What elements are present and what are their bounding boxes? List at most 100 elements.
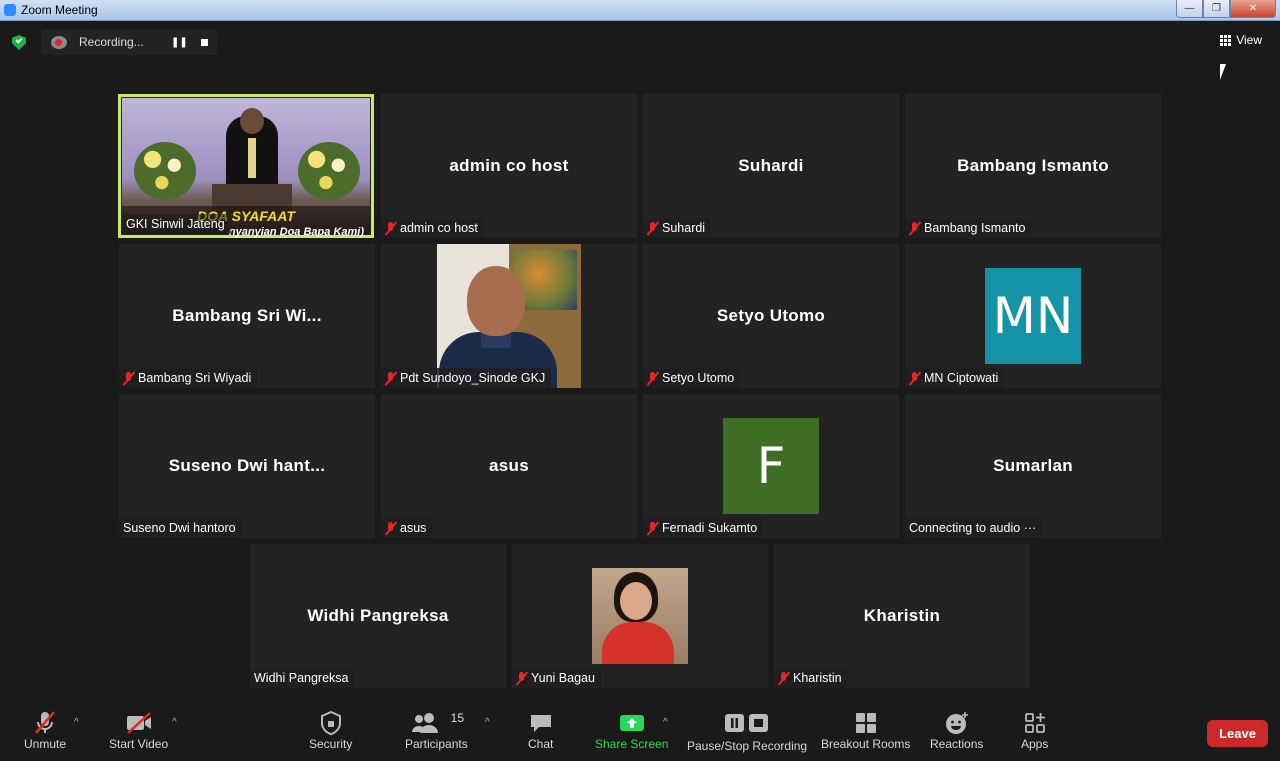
- participant-nameplate: GKI Sinwil Jateng: [122, 214, 231, 234]
- connecting-status: Connecting to audio ···: [909, 521, 1037, 535]
- participant-tile[interactable]: Yuni Bagau: [512, 544, 768, 688]
- pause-recording-icon[interactable]: ❚❚: [171, 36, 188, 50]
- flower-arrangement: [298, 142, 360, 200]
- participant-name: MN Ciptowati: [924, 371, 999, 385]
- stop-recording-icon[interactable]: [201, 39, 208, 46]
- unmute-button[interactable]: Unmute: [24, 709, 66, 759]
- share-screen-button[interactable]: Share Screen: [595, 709, 668, 759]
- participant-nameplate: Setyo Utomo: [643, 368, 741, 388]
- participant-display-name: Bambang Ismanto: [957, 156, 1109, 175]
- participant-display-name: Bambang Sri Wi...: [172, 306, 322, 325]
- participant-display-name: Sumarlan: [993, 456, 1073, 475]
- participant-tile[interactable]: Sumarlan Connecting to audio ···: [905, 394, 1161, 538]
- muted-mic-icon: [385, 371, 396, 385]
- participant-nameplate: Suseno Dwi hantoro: [119, 518, 242, 538]
- participant-tile[interactable]: Setyo Utomo Setyo Utomo: [643, 244, 899, 388]
- window-titlebar: Zoom Meeting — ❐ ✕: [0, 0, 1280, 21]
- apps-icon: [1024, 709, 1046, 737]
- participant-nameplate: Fernadi Sukamto: [643, 518, 764, 538]
- participant-nameplate: MN Ciptowati: [905, 368, 1005, 388]
- chat-button[interactable]: Chat: [528, 709, 553, 759]
- participant-display-name: Suhardi: [738, 156, 804, 175]
- participant-name: Suhardi: [662, 221, 706, 235]
- participant-tile[interactable]: F Fernadi Sukamto: [643, 394, 899, 538]
- meeting-topbar: Recording... ❚❚ View: [0, 21, 1280, 63]
- mouse-cursor-icon: [1219, 63, 1232, 81]
- participant-name: Setyo Utomo: [662, 371, 735, 385]
- participant-name: Suseno Dwi hantoro: [123, 521, 236, 535]
- share-options-chevron-icon[interactable]: ^: [663, 717, 668, 728]
- window-controls: — ❐ ✕: [1176, 0, 1276, 18]
- participant-display-name: Setyo Utomo: [716, 306, 826, 325]
- muted-mic-icon: [778, 671, 789, 685]
- security-button[interactable]: Security: [309, 709, 352, 759]
- participant-name: Pdt Sundoyo_Sinode GKJ: [400, 371, 546, 385]
- participant-nameplate: Connecting to audio ···: [905, 518, 1043, 538]
- view-label: View: [1236, 33, 1262, 47]
- start-video-button[interactable]: Start Video: [109, 709, 168, 759]
- recording-label: Recording...: [79, 35, 144, 49]
- participant-tile[interactable]: Suhardi Suhardi: [643, 94, 899, 238]
- participant-nameplate: Yuni Bagau: [512, 668, 601, 688]
- breakout-rooms-icon: [854, 709, 878, 737]
- audio-options-chevron-icon[interactable]: ^: [74, 717, 79, 728]
- participant-name: Yuni Bagau: [531, 671, 595, 685]
- pause-stop-icon: [723, 709, 771, 737]
- participant-tile[interactable]: admin co host admin co host: [381, 94, 637, 238]
- recording-indicator: Recording... ❚❚: [41, 30, 217, 55]
- participant-display-name: Widhi Pangreksa: [307, 606, 449, 625]
- participant-name: Widhi Pangreksa: [254, 671, 349, 685]
- participant-display-name: Kharistin: [863, 606, 941, 625]
- participant-avatar: F: [723, 418, 819, 514]
- banner-subtitle: nyanyian Doa Bapa Kami): [228, 226, 364, 238]
- participant-name: Bambang Ismanto: [924, 221, 1026, 235]
- participant-tile[interactable]: Pdt Sundoyo_Sinode GKJ: [381, 244, 637, 388]
- reactions-button[interactable]: Reactions: [930, 709, 983, 759]
- participant-avatar: MN: [985, 268, 1081, 364]
- participant-nameplate: Widhi Pangreksa: [250, 668, 355, 688]
- close-window-button[interactable]: ✕: [1230, 0, 1276, 18]
- participant-display-name: admin co host: [449, 156, 569, 175]
- participant-video-feed: [437, 244, 581, 388]
- breakout-rooms-button[interactable]: Breakout Rooms: [821, 709, 910, 759]
- participant-nameplate: Bambang Sri Wiyadi: [119, 368, 258, 388]
- participants-icon: 15: [409, 709, 464, 737]
- restore-button[interactable]: ❐: [1203, 0, 1230, 18]
- participant-nameplate: Pdt Sundoyo_Sinode GKJ: [381, 368, 552, 388]
- participant-tile[interactable]: Suseno Dwi hant... Suseno Dwi hantoro: [119, 394, 375, 538]
- recording-dot-icon: [51, 36, 67, 49]
- muted-mic-icon: [516, 671, 527, 685]
- flower-arrangement: [134, 142, 196, 200]
- participant-profile-photo: [592, 568, 688, 664]
- apps-button[interactable]: Apps: [1021, 709, 1048, 759]
- participant-tile[interactable]: DOA SYAFAAT nyanyian Doa Bapa Kami) GKI …: [118, 94, 374, 238]
- participant-display-name: asus: [489, 456, 529, 475]
- participants-options-chevron-icon[interactable]: ^: [485, 717, 490, 728]
- video-options-chevron-icon[interactable]: ^: [172, 717, 177, 728]
- muted-mic-icon: [385, 221, 396, 235]
- view-button[interactable]: View: [1220, 33, 1262, 47]
- shield-icon: [320, 709, 342, 737]
- participant-tile[interactable]: Kharistin Kharistin: [774, 544, 1030, 688]
- pastor-head: [240, 108, 264, 134]
- muted-mic-icon: [32, 709, 58, 737]
- pause-stop-recording-button[interactable]: Pause/Stop Recording: [687, 709, 807, 759]
- person-head: [467, 266, 525, 336]
- participants-count: 15: [450, 711, 465, 725]
- participants-button[interactable]: 15 Participants: [405, 709, 468, 759]
- participant-tile[interactable]: Bambang Sri Wi... Bambang Sri Wiyadi: [119, 244, 375, 388]
- leave-meeting-button[interactable]: Leave: [1207, 720, 1268, 747]
- smiley-icon: [944, 709, 970, 737]
- muted-mic-icon: [123, 371, 134, 385]
- participant-tile[interactable]: Bambang Ismanto Bambang Ismanto: [905, 94, 1161, 238]
- minimize-button[interactable]: —: [1176, 0, 1203, 18]
- participant-tile[interactable]: MN MN Ciptowati: [905, 244, 1161, 388]
- window-title: Zoom Meeting: [21, 3, 98, 17]
- chat-bubble-icon: [529, 709, 553, 737]
- participant-name: admin co host: [400, 221, 478, 235]
- participant-name: GKI Sinwil Jateng: [126, 217, 225, 231]
- participant-tile[interactable]: Widhi Pangreksa Widhi Pangreksa: [250, 544, 506, 688]
- participant-nameplate: Kharistin: [774, 668, 848, 688]
- participant-tile[interactable]: asus asus: [381, 394, 637, 538]
- muted-mic-icon: [385, 521, 396, 535]
